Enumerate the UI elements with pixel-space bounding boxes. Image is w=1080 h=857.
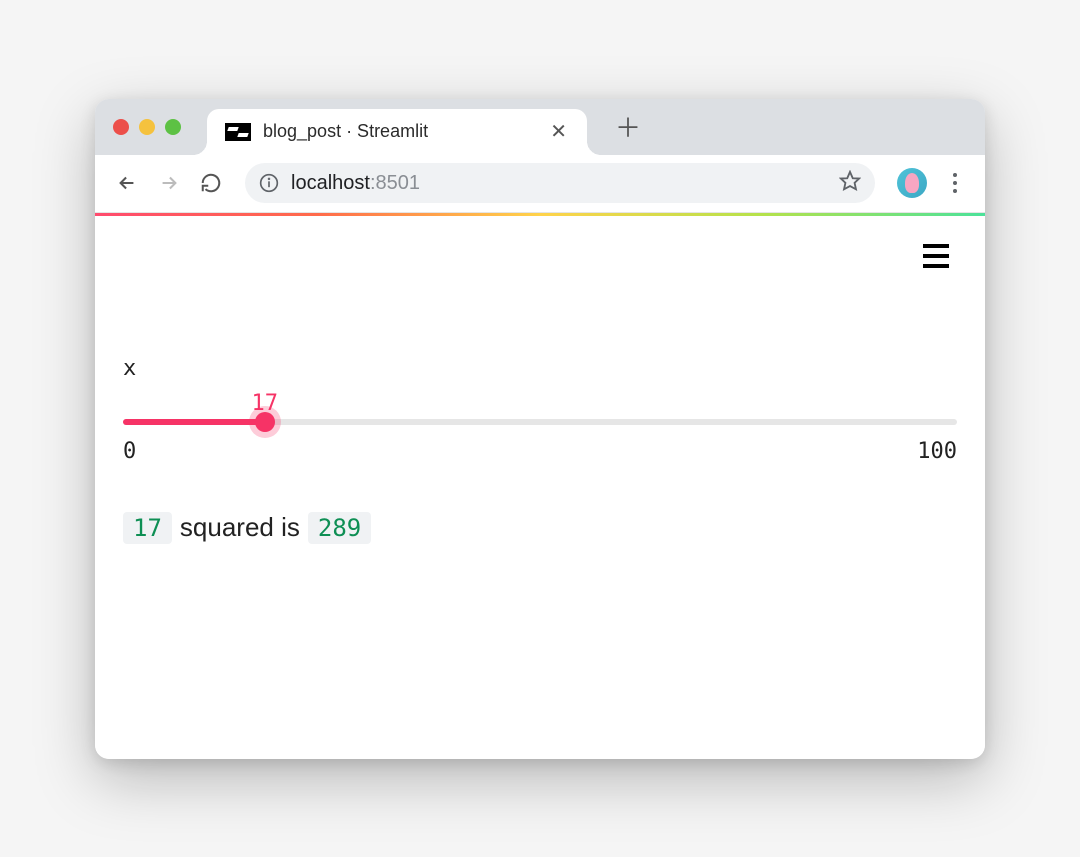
arrow-left-icon [116, 172, 138, 194]
tab-title: blog_post · Streamlit [263, 121, 532, 142]
address-bar[interactable]: localhost:8501 [245, 163, 875, 203]
tab-close-button[interactable]: ✕ [544, 117, 573, 146]
browser-tab[interactable]: blog_post · Streamlit ✕ [207, 109, 587, 155]
slider-range-labels: 0 100 [123, 439, 957, 464]
reload-button[interactable] [193, 165, 229, 201]
browser-window: blog_post · Streamlit ✕ ＋ localhost:8501 [95, 99, 985, 759]
window-minimize-button[interactable] [139, 119, 155, 135]
site-info-button[interactable] [259, 173, 279, 193]
slider-label: x [123, 356, 957, 381]
page-viewport: x 17 0 100 17 squared is 289 [95, 216, 985, 759]
profile-avatar[interactable] [897, 168, 927, 198]
slider-track[interactable] [123, 419, 957, 425]
slider[interactable]: 17 [123, 391, 957, 425]
url-host: localhost [291, 172, 370, 194]
tab-strip: blog_post · Streamlit ✕ ＋ [95, 99, 985, 155]
url-port: :8501 [370, 172, 420, 194]
slider-max: 100 [917, 439, 957, 464]
slider-fill [123, 419, 265, 425]
window-maximize-button[interactable] [165, 119, 181, 135]
window-close-button[interactable] [113, 119, 129, 135]
slider-min: 0 [123, 439, 136, 464]
result-text: squared is [180, 512, 300, 543]
app-content: x 17 0 100 17 squared is 289 [95, 216, 985, 544]
star-icon [839, 170, 861, 192]
result-line: 17 squared is 289 [123, 512, 957, 544]
app-menu-button[interactable] [923, 244, 949, 268]
streamlit-favicon-icon [225, 123, 251, 141]
url-text: localhost:8501 [291, 172, 827, 195]
forward-button[interactable] [151, 165, 187, 201]
back-button[interactable] [109, 165, 145, 201]
new-tab-button[interactable]: ＋ [615, 108, 641, 145]
bookmark-button[interactable] [839, 170, 861, 197]
info-icon [259, 173, 279, 193]
slider-thumb[interactable] [255, 412, 275, 432]
browser-toolbar: localhost:8501 [95, 155, 985, 213]
result-input-chip: 17 [123, 512, 172, 544]
browser-menu-button[interactable] [939, 173, 971, 193]
arrow-right-icon [158, 172, 180, 194]
result-output-chip: 289 [308, 512, 371, 544]
reload-icon [200, 172, 222, 194]
window-controls [113, 119, 181, 135]
